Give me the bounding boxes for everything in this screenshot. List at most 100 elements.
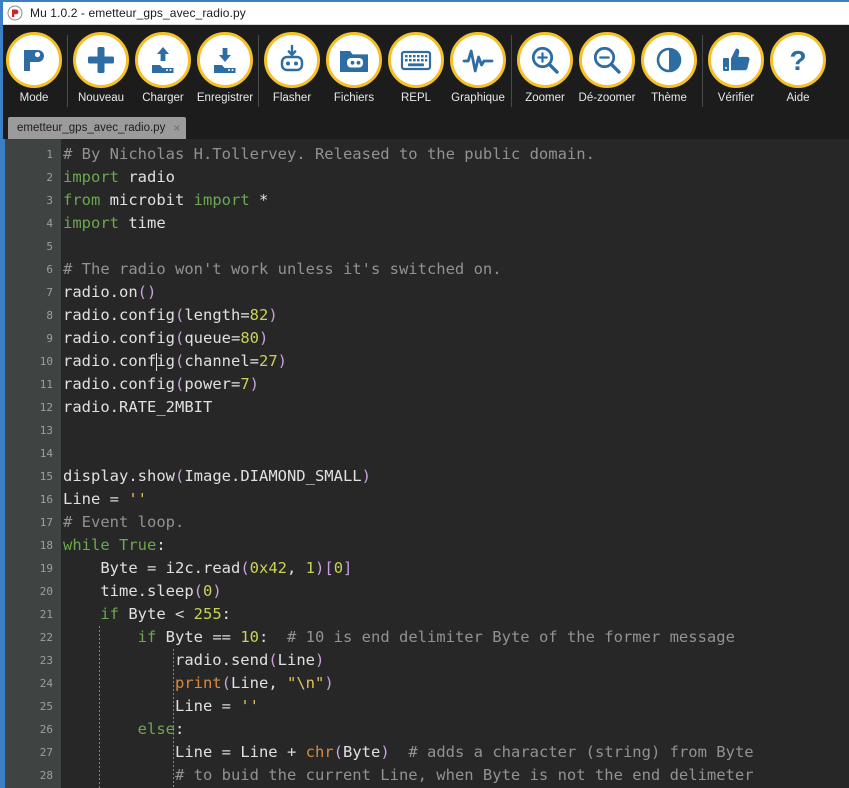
tab-emetteur-gps-avec-radio[interactable]: emetteur_gps_avec_radio.py × xyxy=(8,117,187,139)
code-token: i2c.read xyxy=(165,559,241,577)
mu-logo-icon xyxy=(7,5,23,21)
toolbar-button-d-zoomer[interactable]: Dé-zoomer xyxy=(576,29,638,113)
code-token: queue= xyxy=(184,329,241,347)
code-line[interactable]: from microbit import * xyxy=(61,189,849,212)
code-line[interactable]: import radio xyxy=(61,166,849,189)
line-number: 10 xyxy=(39,355,53,368)
editor-tabbar: emetteur_gps_avec_radio.py × xyxy=(3,113,849,139)
code-editor[interactable]: 1 2 3 4 5 6 7 8 9 10 11 12 13 14 15 16 17 18 19 20 21 22 23 24 2… xyxy=(3,139,849,788)
line-number: 3 xyxy=(46,194,53,207)
code-line[interactable]: else: xyxy=(61,718,849,741)
toolbar-separator xyxy=(258,35,259,107)
code-line[interactable] xyxy=(61,235,849,258)
code-line[interactable]: Line = '' xyxy=(61,695,849,718)
toolbar-button-label: Graphique xyxy=(451,92,505,104)
code-token: time xyxy=(119,214,166,232)
line-number: 15 xyxy=(39,470,53,483)
line-number: 8 xyxy=(46,309,53,322)
toolbar-button-graphique[interactable]: Graphique xyxy=(447,29,509,113)
code-line[interactable]: radio.on() xyxy=(61,281,849,304)
code-line[interactable]: time.sleep(0) xyxy=(61,580,849,603)
code-token: ) xyxy=(268,306,278,324)
code-line[interactable]: import time xyxy=(61,212,849,235)
toolbar-button-enregistrer[interactable]: Enregistrer xyxy=(194,29,256,113)
code-line[interactable]: # The radio won't work unless it's switc… xyxy=(61,258,849,281)
code-token: Byte xyxy=(343,743,381,761)
code-token: ( xyxy=(240,559,250,577)
code-token: ( xyxy=(174,306,185,324)
code-token: ( xyxy=(268,651,278,669)
close-icon[interactable]: × xyxy=(173,122,180,134)
code-token: ] xyxy=(343,559,353,577)
code-token: radio.send xyxy=(63,651,269,669)
line-number: 2 xyxy=(46,171,53,184)
main-toolbar: Mode Nouveau Charger Enregistrer Flasher Fich… xyxy=(3,25,849,113)
code-line[interactable]: Line = '' xyxy=(61,488,849,511)
toolbar-button-th-me[interactable]: Thème xyxy=(638,29,700,113)
code-line[interactable]: radio.config(queue=80) xyxy=(61,327,849,350)
code-token: ) xyxy=(324,674,334,692)
mode-icon xyxy=(6,32,62,88)
code-token: channel= xyxy=(184,352,259,370)
toolbar-button-label: Vérifier xyxy=(717,92,755,104)
code-line[interactable]: radio.config(channel=27) xyxy=(61,350,849,373)
code-line[interactable]: radio.RATE_2MBIT xyxy=(61,396,849,419)
code-token: radio xyxy=(119,168,175,186)
code-line[interactable]: radio.config(power=7) xyxy=(61,373,849,396)
window-title: Mu 1.0.2 - emetteur_gps_avec_radio.py xyxy=(30,6,246,20)
code-token: # 10 is end delimiter Byte of the former… xyxy=(287,628,735,646)
code-token: : xyxy=(259,628,287,646)
code-token: ( xyxy=(221,674,231,692)
code-token: if xyxy=(100,605,119,623)
toolbar-button-v-rifier[interactable]: Vérifier xyxy=(705,29,767,113)
code-token: ) xyxy=(277,352,287,370)
code-line[interactable]: if Byte == 10: # 10 is end delimiter Byt… xyxy=(61,626,849,649)
code-line[interactable] xyxy=(61,442,849,465)
toolbar-button-zoomer[interactable]: Zoomer xyxy=(514,29,576,113)
code-token: = xyxy=(109,490,129,508)
code-line[interactable]: radio.config(length=82) xyxy=(61,304,849,327)
code-line[interactable]: while True: xyxy=(61,534,849,557)
code-text-area[interactable]: # By Nicholas H.Tollervey. Released to t… xyxy=(61,139,849,788)
line-number: 16 xyxy=(39,493,53,506)
question-mark-icon: ? xyxy=(770,32,826,88)
code-token: chr xyxy=(305,743,334,761)
text-caret xyxy=(156,353,158,371)
code-token: import xyxy=(193,191,250,209)
toolbar-button-flasher[interactable]: Flasher xyxy=(261,29,323,113)
line-number: 28 xyxy=(39,769,53,782)
code-line[interactable]: if Byte < 255: xyxy=(61,603,849,626)
code-line[interactable]: display.show(Image.DIAMOND_SMALL) xyxy=(61,465,849,488)
code-line[interactable]: Byte = i2c.read(0x42, 1)[0] xyxy=(61,557,849,580)
code-line[interactable]: # Event loop. xyxy=(61,511,849,534)
line-number-gutter: 1 2 3 4 5 6 7 8 9 10 11 12 13 14 15 16 17 18 19 20 21 22 23 24 2… xyxy=(5,139,61,788)
toolbar-button-aide[interactable]: ? Aide xyxy=(767,29,829,113)
code-token: "\n" xyxy=(287,674,325,692)
code-line[interactable]: # to buid the current Line, when Byte is… xyxy=(61,764,849,787)
code-line[interactable]: print(Line, "\n") xyxy=(61,672,849,695)
code-token: Line xyxy=(240,743,287,761)
line-number: 6 xyxy=(46,263,53,276)
svg-text:?: ? xyxy=(789,45,806,76)
zoom-in-icon xyxy=(517,32,573,88)
toolbar-button-mode[interactable]: Mode xyxy=(3,29,65,113)
code-token: : xyxy=(156,536,166,554)
toolbar-button-nouveau[interactable]: Nouveau xyxy=(70,29,132,113)
toolbar-button-charger[interactable]: Charger xyxy=(132,29,194,113)
code-token: # The radio won't work unless it's switc… xyxy=(63,260,502,278)
code-token: else xyxy=(137,720,175,738)
code-token: < xyxy=(175,605,194,623)
toolbar-button-repl[interactable]: REPL xyxy=(385,29,447,113)
code-token: radio.config xyxy=(63,352,175,370)
code-line[interactable]: Line = Line + chr(Byte) # adds a charact… xyxy=(61,741,849,764)
code-line[interactable] xyxy=(61,419,849,442)
code-line[interactable]: radio.send(Line) xyxy=(61,649,849,672)
toolbar-separator xyxy=(67,35,68,107)
code-line[interactable]: # By Nicholas H.Tollervey. Released to t… xyxy=(61,143,849,166)
toolbar-button-fichiers[interactable]: Fichiers xyxy=(323,29,385,113)
toolbar-separator xyxy=(511,35,512,107)
code-token: radio.RATE_2MBIT xyxy=(63,398,213,416)
line-number: 23 xyxy=(39,654,53,667)
code-token: Line xyxy=(277,651,315,669)
code-token: print xyxy=(174,674,222,692)
